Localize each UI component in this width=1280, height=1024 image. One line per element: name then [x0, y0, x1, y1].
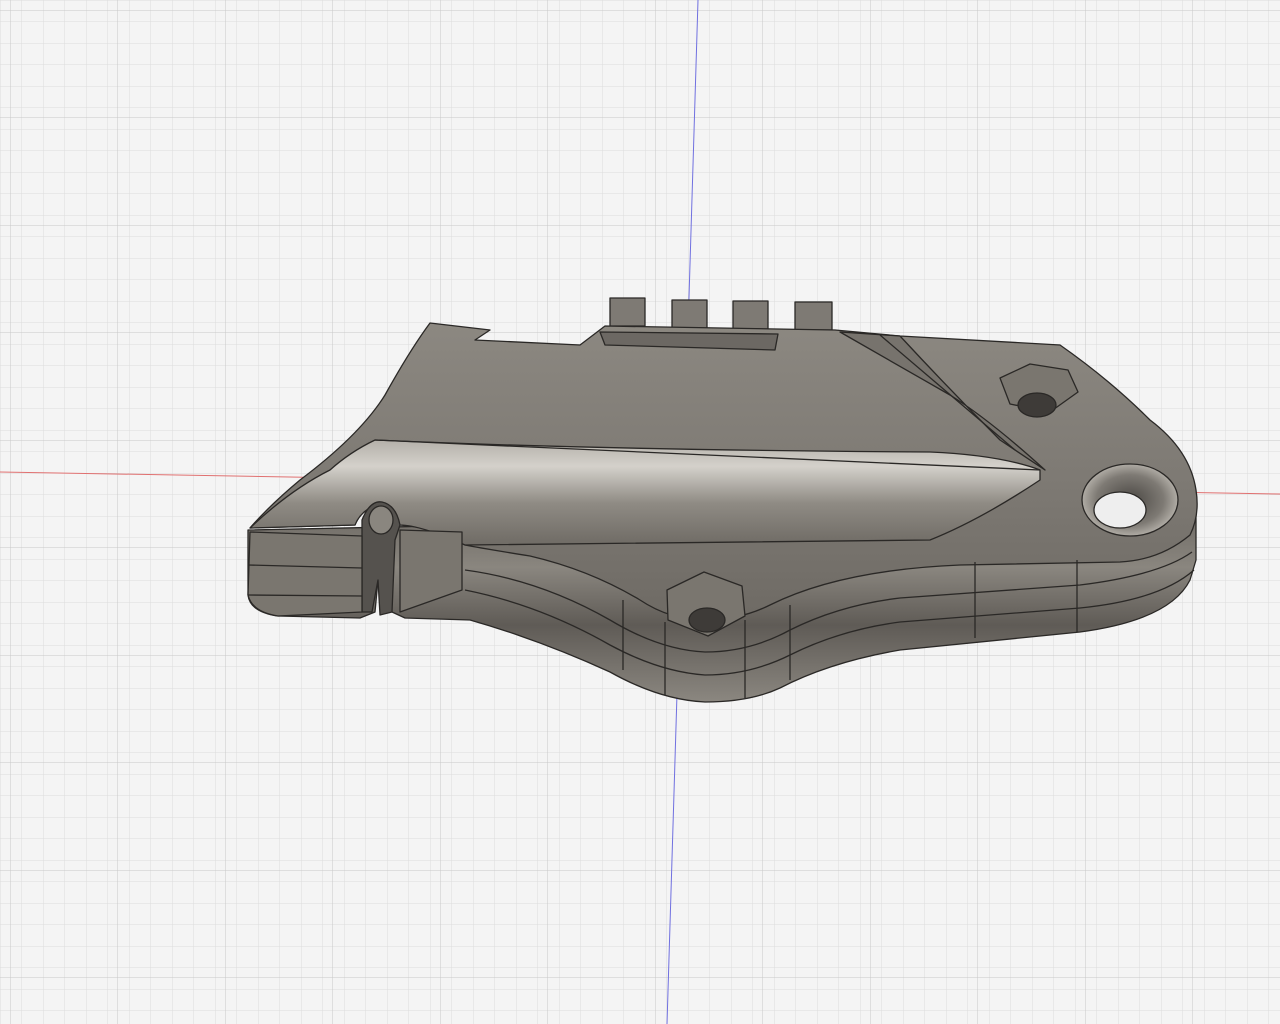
countersunk-hole[interactable]	[1081, 463, 1179, 537]
3d-viewport[interactable]	[0, 0, 1280, 1024]
left-end-block	[247, 531, 363, 617]
slot-countersink	[368, 505, 394, 535]
viewport-canvas[interactable]	[0, 0, 1280, 1024]
